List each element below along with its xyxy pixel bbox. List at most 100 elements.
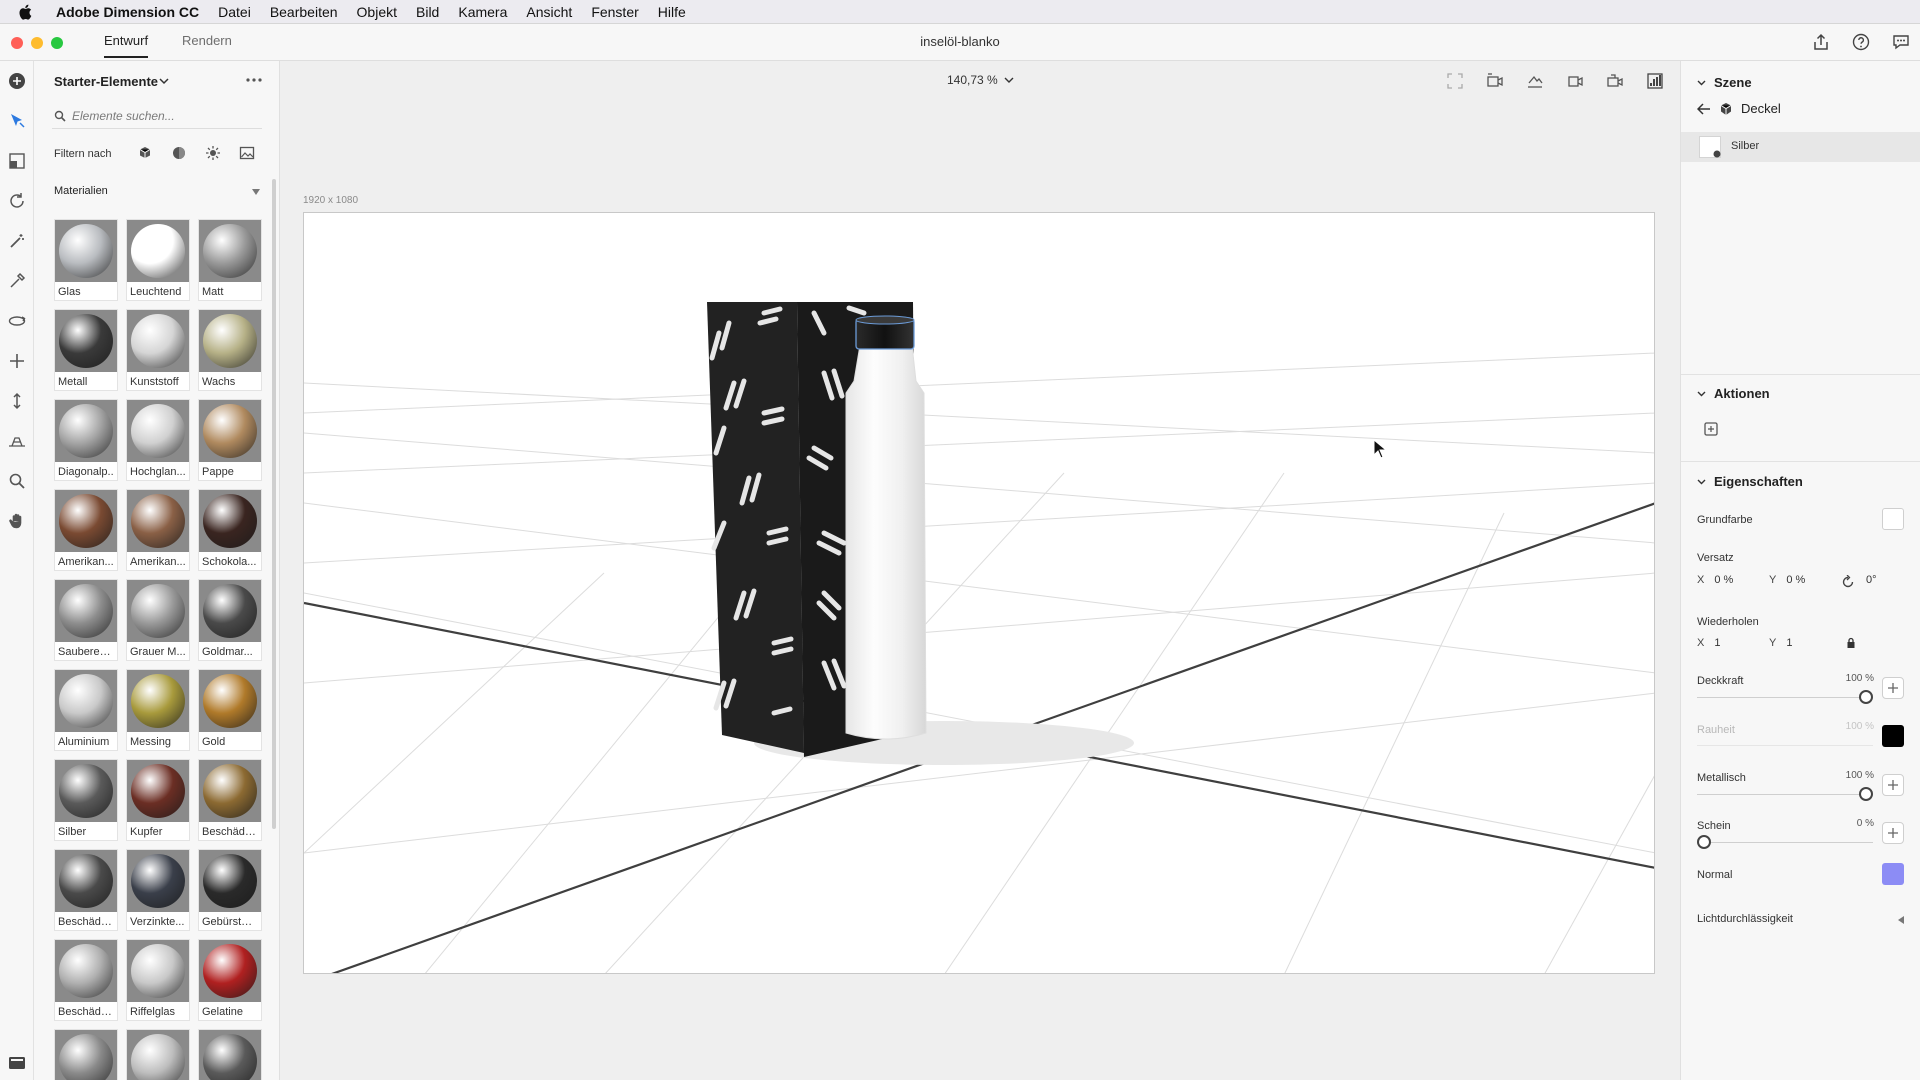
caret-down-icon[interactable] [252, 189, 260, 195]
material-tile[interactable]: Leuchtend [126, 219, 190, 301]
metallisch-add-texture-button[interactable] [1882, 774, 1904, 796]
material-tile[interactable]: Riffelglas [126, 939, 190, 1021]
filter-images-icon[interactable] [238, 144, 256, 162]
metallisch-slider[interactable] [1697, 787, 1873, 801]
render-preview-icon[interactable] [1645, 71, 1665, 91]
add-content-icon[interactable] [7, 71, 27, 91]
materials-section-label[interactable]: Materialien [54, 185, 108, 197]
assets-scrollbar[interactable] [272, 179, 276, 829]
align-icon[interactable] [1565, 71, 1585, 91]
material-tile[interactable]: Aluminium [54, 669, 118, 751]
frame-selection-icon[interactable] [1445, 71, 1465, 91]
camera-bookmark-icon[interactable] [1485, 71, 1505, 91]
actions-section-header[interactable]: Aktionen [1697, 386, 1770, 401]
rotate-offset-icon[interactable] [1841, 575, 1855, 589]
feedback-icon[interactable] [1891, 32, 1911, 52]
metallisch-slider-knob[interactable] [1859, 787, 1873, 801]
wiederholen-y-field[interactable]: Y1 [1769, 637, 1792, 649]
material-tile[interactable]: Amerikan... [126, 489, 190, 571]
material-tile[interactable]: Beschädig.. [54, 939, 118, 1021]
menu-fenster[interactable]: Fenster [591, 4, 638, 20]
zoom-icon[interactable] [7, 471, 27, 491]
menu-hilfe[interactable]: Hilfe [658, 4, 686, 20]
properties-section-header[interactable]: Eigenschaften [1697, 474, 1803, 489]
pan-camera-icon[interactable] [7, 351, 27, 371]
material-tile[interactable]: Messing [126, 669, 190, 751]
versatz-x-field[interactable]: X 0 % [1697, 574, 1733, 586]
grundfarbe-swatch[interactable] [1882, 508, 1904, 530]
material-tile[interactable]: Kunststoff [126, 309, 190, 391]
filter-lights-icon[interactable] [204, 144, 222, 162]
magic-wand-icon[interactable] [7, 231, 27, 251]
menu-ansicht[interactable]: Ansicht [526, 4, 572, 20]
menu-bild[interactable]: Bild [416, 4, 439, 20]
tab-entwurf[interactable]: Entwurf [104, 33, 149, 58]
material-tile[interactable]: Sauberer ... [54, 579, 118, 661]
deckkraft-add-texture-button[interactable] [1882, 677, 1904, 699]
menu-app-name[interactable]: Adobe Dimension CC [56, 4, 199, 20]
scene-section-header[interactable]: Szene [1697, 75, 1752, 90]
versatz-rotation-value[interactable]: 0° [1866, 574, 1877, 586]
caret-left-icon[interactable] [1898, 916, 1904, 924]
orbit-icon[interactable] [7, 311, 27, 331]
panel-toggle-icon[interactable] [8, 1056, 26, 1070]
material-tile[interactable]: Amerikan... [54, 489, 118, 571]
horizon-icon[interactable] [7, 431, 27, 451]
3d-viewport[interactable] [303, 212, 1655, 974]
window-minimize-button[interactable] [31, 37, 43, 49]
material-tile[interactable] [126, 1029, 190, 1080]
share-icon[interactable] [1811, 32, 1831, 52]
material-tile[interactable]: Gelatine [198, 939, 262, 1021]
material-tile[interactable]: Gebürstet... [198, 849, 262, 931]
material-tile[interactable]: Gold [198, 669, 262, 751]
material-tile[interactable]: Metall [54, 309, 118, 391]
lock-icon[interactable] [1846, 637, 1856, 649]
rauheit-texture-swatch[interactable] [1882, 725, 1904, 747]
menu-datei[interactable]: Datei [218, 4, 251, 20]
deckkraft-slider[interactable] [1697, 690, 1873, 704]
normal-map-swatch[interactable] [1882, 863, 1904, 885]
material-tile[interactable] [54, 1029, 118, 1080]
tab-rendern[interactable]: Rendern [182, 33, 232, 48]
lichtdurchlaessigkeit-label[interactable]: Lichtdurchlässigkeit [1697, 913, 1793, 925]
material-tile[interactable]: Goldmar... [198, 579, 262, 661]
back-arrow-icon[interactable] [1697, 102, 1711, 115]
selected-object-row[interactable]: Deckel [1697, 101, 1781, 116]
material-row[interactable]: Silber [1681, 132, 1920, 162]
wiederholen-x-field[interactable]: X1 [1697, 637, 1720, 649]
filter-models-icon[interactable] [136, 144, 154, 162]
menu-bearbeiten[interactable]: Bearbeiten [270, 4, 338, 20]
deckkraft-slider-knob[interactable] [1859, 690, 1873, 704]
action-replace-icon[interactable] [1703, 421, 1719, 437]
eyedropper-icon[interactable] [7, 271, 27, 291]
rotate-icon[interactable] [7, 191, 27, 211]
material-tile[interactable]: Beschädig.. [198, 759, 262, 841]
material-tile[interactable]: Verzinkte... [126, 849, 190, 931]
material-tile[interactable]: Hochglan... [126, 399, 190, 481]
assets-title[interactable]: Starter-Elemente [54, 74, 158, 89]
zoom-control[interactable]: 140,73 % [947, 73, 1014, 87]
material-tile[interactable]: Silber [54, 759, 118, 841]
select-move-icon[interactable] [7, 111, 27, 131]
material-tile[interactable] [198, 1029, 262, 1080]
window-close-button[interactable] [11, 37, 23, 49]
schein-slider-knob[interactable] [1697, 835, 1711, 849]
search-input[interactable] [72, 106, 257, 126]
material-tile[interactable]: Grauer M... [126, 579, 190, 661]
material-tile[interactable]: Matt [198, 219, 262, 301]
window-zoom-button[interactable] [51, 37, 63, 49]
material-tile[interactable]: Kupfer [126, 759, 190, 841]
drop-to-ground-icon[interactable] [1525, 71, 1545, 91]
material-tile[interactable]: Pappe [198, 399, 262, 481]
scale-icon[interactable] [7, 151, 27, 171]
schein-add-texture-button[interactable] [1882, 822, 1904, 844]
filter-materials-icon[interactable] [170, 144, 188, 162]
schein-slider[interactable] [1697, 835, 1873, 849]
more-options-icon[interactable] [244, 73, 264, 87]
material-tile[interactable]: Wachs [198, 309, 262, 391]
hand-icon[interactable] [7, 511, 27, 531]
dolly-icon[interactable] [7, 391, 27, 411]
help-icon[interactable] [1851, 32, 1871, 52]
material-tile[interactable]: Beschädig.. [54, 849, 118, 931]
camera-view-icon[interactable] [1605, 71, 1625, 91]
